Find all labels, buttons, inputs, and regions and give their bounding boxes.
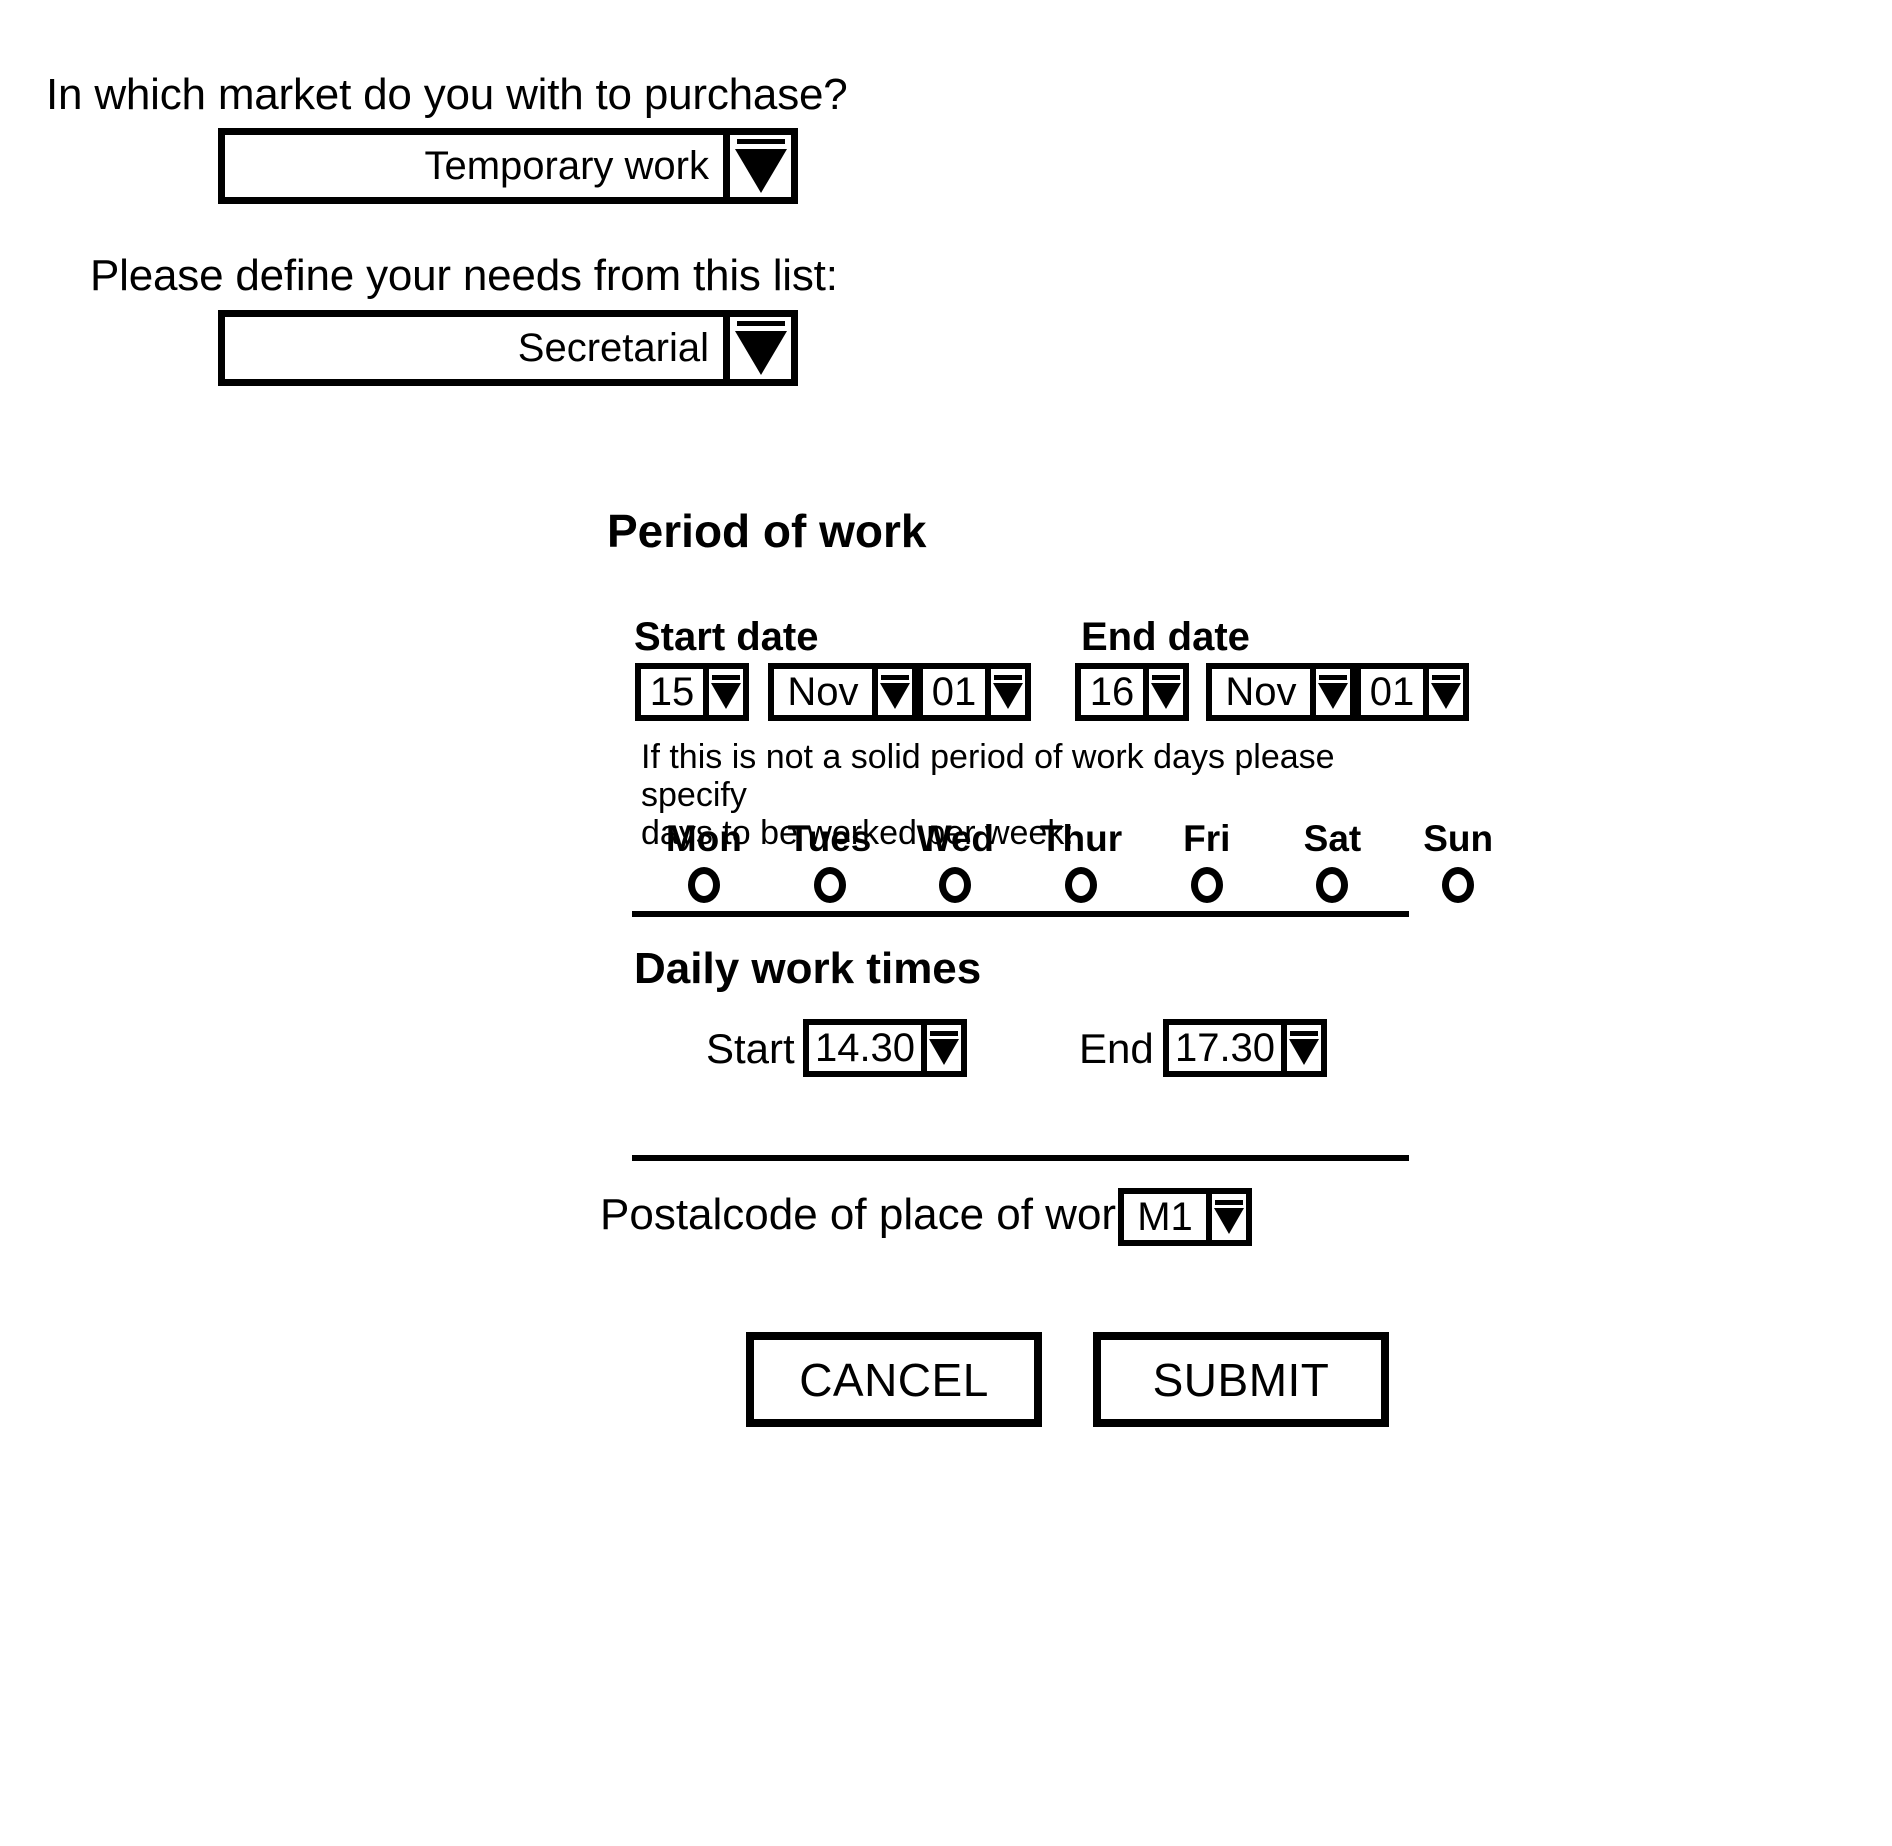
market-question-label: In which market do you with to purchase? [46, 70, 848, 119]
daily-end-time-select[interactable]: 17.30 [1163, 1019, 1327, 1077]
daily-start-time-select[interactable]: 14.30 [803, 1019, 967, 1077]
end-date-year-value: 01 [1369, 670, 1415, 714]
work-day-label: Mon [665, 818, 742, 859]
radio-button[interactable] [1190, 867, 1223, 903]
arrow-triangle [1214, 1208, 1244, 1234]
divider-bottom [632, 1155, 1409, 1161]
arrow-triangle [880, 683, 910, 709]
daily-end-label: End [1079, 1025, 1154, 1072]
daily-start-time-value: 14.30 [814, 1026, 916, 1070]
start-date-day-select[interactable]: 15 [635, 663, 749, 721]
radio-button[interactable] [1442, 867, 1475, 903]
chevron-down-icon[interactable] [703, 669, 743, 715]
postalcode-value: M1 [1137, 1195, 1193, 1239]
chevron-down-icon[interactable] [1423, 669, 1463, 715]
work-day-label: Fri [1183, 818, 1231, 859]
arrow-triangle [929, 1039, 959, 1065]
postalcode-select[interactable]: M1 [1118, 1188, 1252, 1246]
daily-work-times-heading: Daily work times [634, 944, 982, 993]
end-date-day-select[interactable]: 16 [1075, 663, 1189, 721]
divider-top [632, 911, 1409, 917]
arrow-triangle [1289, 1039, 1319, 1065]
arrow-bar [712, 675, 740, 680]
arrow-bar [1290, 1031, 1318, 1036]
chevron-down-icon[interactable] [723, 317, 791, 379]
arrow-bar [1215, 1200, 1243, 1205]
arrow-bar [881, 675, 909, 680]
radio-button[interactable] [813, 867, 846, 903]
end-date-day-value: 16 [1089, 670, 1135, 714]
work-day-wed[interactable]: Wed [892, 820, 1018, 903]
work-day-tues[interactable]: Tues [767, 820, 893, 903]
work-day-label: Sat [1303, 818, 1362, 859]
arrow-bar [736, 321, 785, 326]
arrow-bar [994, 675, 1022, 680]
start-date-month-select[interactable]: Nov [768, 663, 918, 721]
arrow-triangle [1151, 683, 1181, 709]
work-day-label: Tues [787, 818, 872, 859]
work-day-sat[interactable]: Sat [1270, 820, 1396, 903]
arrow-triangle [711, 683, 741, 709]
work-day-thur[interactable]: Thur [1018, 820, 1144, 903]
chevron-down-icon[interactable] [985, 669, 1025, 715]
arrow-bar [1319, 675, 1347, 680]
radio-button[interactable] [1065, 867, 1098, 903]
daily-start-label: Start [706, 1025, 795, 1072]
end-date-year-select[interactable]: 01 [1355, 663, 1469, 721]
needs-select-value: Secretarial [517, 325, 709, 370]
chevron-down-icon[interactable] [872, 669, 912, 715]
arrow-triangle [993, 683, 1023, 709]
arrow-triangle [1431, 683, 1461, 709]
arrow-bar [1152, 675, 1180, 680]
work-days-note-line1: If this is not a solid period of work da… [641, 738, 1335, 815]
radio-button[interactable] [1316, 867, 1349, 903]
arrow-triangle [734, 149, 787, 193]
start-date-year-select[interactable]: 01 [917, 663, 1031, 721]
cancel-button[interactable]: CANCEL [746, 1332, 1042, 1427]
arrow-bar [1432, 675, 1460, 680]
start-date-month-value: Nov [787, 670, 859, 714]
start-date-year-value: 01 [931, 670, 977, 714]
radio-button[interactable] [687, 867, 720, 903]
arrow-triangle [734, 331, 787, 375]
chevron-down-icon[interactable] [1143, 669, 1183, 715]
market-select-value: Temporary work [424, 143, 709, 188]
work-days-row: Mon Tues Wed Thur Fri Sat Sun [641, 820, 1521, 903]
submit-button[interactable]: SUBMIT [1093, 1332, 1389, 1427]
chevron-down-icon[interactable] [1310, 669, 1350, 715]
arrow-triangle [1318, 683, 1348, 709]
chevron-down-icon[interactable] [1281, 1025, 1321, 1071]
period-of-work-heading: Period of work [607, 505, 927, 557]
needs-select[interactable]: Secretarial [218, 310, 798, 386]
radio-button[interactable] [939, 867, 972, 903]
end-date-label: End date [1081, 615, 1250, 659]
postalcode-label: Postalcode of place of work [600, 1190, 1139, 1239]
arrow-bar [930, 1031, 958, 1036]
work-day-mon[interactable]: Mon [641, 820, 767, 903]
market-select[interactable]: Temporary work [218, 128, 798, 204]
start-date-day-value: 15 [649, 670, 695, 714]
work-day-label: Wed [916, 818, 995, 859]
start-date-label: Start date [634, 615, 819, 659]
chevron-down-icon[interactable] [723, 135, 791, 197]
needs-question-label: Please define your needs from this list: [90, 251, 838, 300]
end-date-month-select[interactable]: Nov [1206, 663, 1356, 721]
chevron-down-icon[interactable] [1206, 1194, 1246, 1240]
work-day-label: Thur [1039, 818, 1123, 859]
work-day-sun[interactable]: Sun [1395, 820, 1521, 903]
arrow-bar [736, 139, 785, 144]
chevron-down-icon[interactable] [921, 1025, 961, 1071]
daily-end-time-value: 17.30 [1174, 1026, 1276, 1070]
end-date-month-value: Nov [1225, 670, 1297, 714]
work-day-label: Sun [1423, 818, 1494, 859]
work-day-fri[interactable]: Fri [1144, 820, 1270, 903]
